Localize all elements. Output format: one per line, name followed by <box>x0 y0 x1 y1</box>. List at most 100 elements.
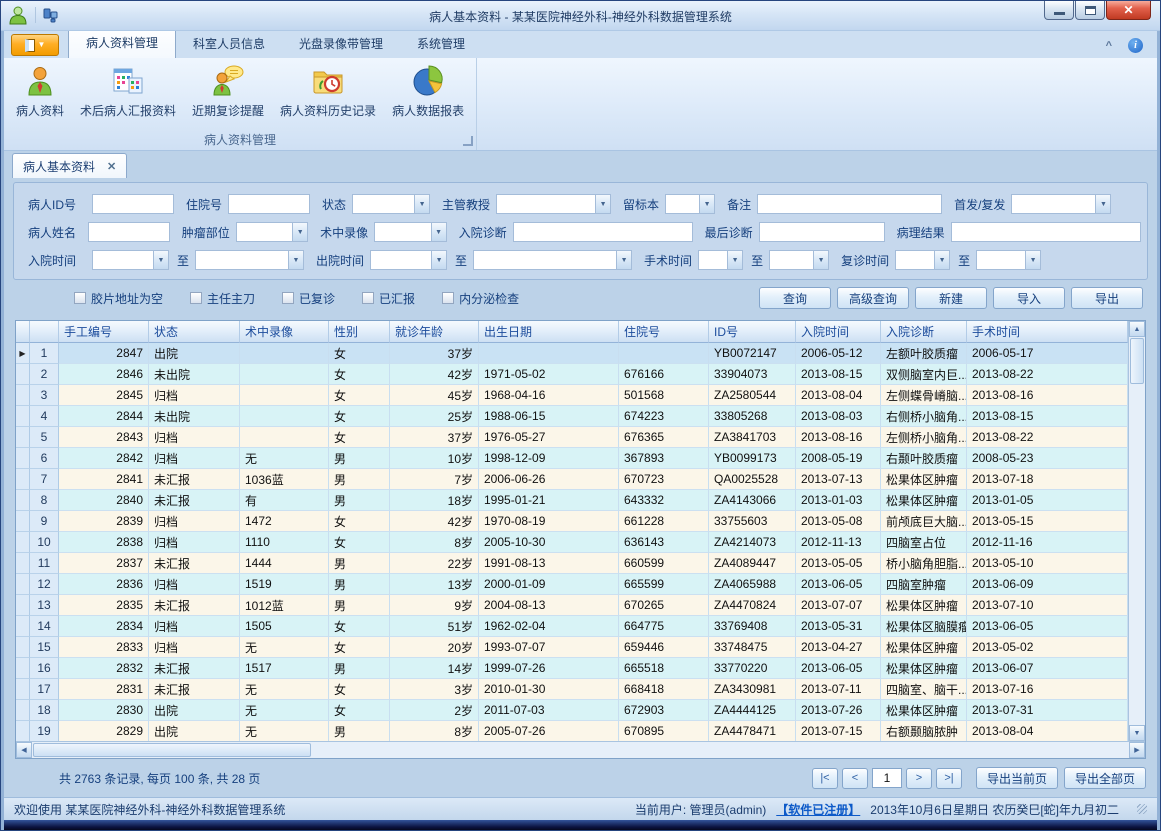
maximize-button[interactable] <box>1075 1 1105 20</box>
vertical-scrollbar[interactable]: ▲ ▼ <box>1128 321 1145 741</box>
table-row[interactable]: 142834归档1505女51岁1962-02-0466477533769408… <box>16 616 1128 637</box>
filter-combo[interactable]: ▼ <box>698 250 743 270</box>
combo-dropdown-button[interactable]: ▼ <box>1095 195 1110 213</box>
ribbon-tab-4[interactable]: 系统管理 <box>400 30 482 58</box>
ribbon-tab-1[interactable]: 病人资料管理 <box>68 28 176 58</box>
column-header-4[interactable]: 术中录像 <box>240 321 329 343</box>
table-row[interactable]: 32845归档女45岁1968-04-16501568ZA25805442013… <box>16 385 1128 406</box>
column-header-6[interactable]: 就诊年龄 <box>390 321 479 343</box>
filter-combo[interactable]: ▼ <box>895 250 950 270</box>
filter-checkbox-4[interactable]: 已汇报 <box>362 290 415 307</box>
combo-dropdown-button[interactable]: ▼ <box>431 223 446 241</box>
column-header-1[interactable] <box>30 321 59 343</box>
column-header-3[interactable]: 状态 <box>149 321 240 343</box>
filter-combo[interactable]: ▼ <box>473 250 632 270</box>
minimize-button[interactable] <box>1044 1 1074 20</box>
combo-dropdown-button[interactable]: ▼ <box>153 251 168 269</box>
ribbon-tab-2[interactable]: 科室人员信息 <box>176 30 282 58</box>
column-header-7[interactable]: 出生日期 <box>479 321 619 343</box>
filter-input[interactable] <box>513 222 693 242</box>
filter-checkbox-1[interactable]: 胶片地址为空 <box>74 290 163 307</box>
table-row[interactable]: 62842归档无男10岁1998-12-09367893YB0099173200… <box>16 448 1128 469</box>
table-row[interactable]: ▶12847出院女37岁YB00721472006-05-12左额叶胶质瘤200… <box>16 343 1128 364</box>
pager-page-input[interactable] <box>872 768 902 788</box>
filter-combo[interactable]: ▼ <box>665 194 715 214</box>
action-button-5[interactable]: 导出 <box>1071 287 1143 309</box>
table-row[interactable]: 92839归档1472女42岁1970-08-19661228337556032… <box>16 511 1128 532</box>
ribbon-button-2[interactable]: 术后病人汇报资料 <box>72 62 184 120</box>
filter-combo[interactable]: ▼ <box>769 250 829 270</box>
filter-input[interactable] <box>88 222 170 242</box>
table-row[interactable]: 152833归档无女20岁1993-07-0765944633748475201… <box>16 637 1128 658</box>
filter-combo[interactable]: ▼ <box>195 250 304 270</box>
table-row[interactable]: 122836归档1519男13岁2000-01-09665599ZA406598… <box>16 574 1128 595</box>
table-row[interactable]: 192829出院无男8岁2005-07-26670895ZA4478471201… <box>16 721 1128 741</box>
action-button-4[interactable]: 导入 <box>993 287 1065 309</box>
filter-combo[interactable]: ▼ <box>92 250 169 270</box>
checkbox-box[interactable] <box>282 292 294 304</box>
vertical-scrollbar-thumb[interactable] <box>1130 338 1144 384</box>
checkbox-box[interactable] <box>442 292 454 304</box>
table-row[interactable]: 182830出院无女2岁2011-07-03672903ZA4444125201… <box>16 700 1128 721</box>
table-row[interactable]: 172831未汇报无女3岁2010-01-30668418ZA343098120… <box>16 679 1128 700</box>
column-header-12[interactable]: 手术时间 <box>967 321 1128 343</box>
filter-combo[interactable]: ▼ <box>352 194 430 214</box>
table-row[interactable]: 42844未出院女25岁1988-06-15674223338052682013… <box>16 406 1128 427</box>
horizontal-scrollbar[interactable]: ◀ ▶ <box>16 741 1145 758</box>
vertical-scrollbar-track[interactable] <box>1129 385 1145 725</box>
column-header-0[interactable] <box>16 321 30 343</box>
table-row[interactable]: 112837未汇报1444男22岁1991-08-13660599ZA40894… <box>16 553 1128 574</box>
table-row[interactable]: 52843归档女37岁1976-05-27676365ZA38417032013… <box>16 427 1128 448</box>
quick-access-grid-icon[interactable] <box>43 8 58 23</box>
table-row[interactable]: 82840未汇报有男18岁1995-01-21643332ZA414306620… <box>16 490 1128 511</box>
table-row[interactable]: 132835未汇报1012蓝男9岁2004-08-13670265ZA44708… <box>16 595 1128 616</box>
combo-dropdown-button[interactable]: ▼ <box>616 251 631 269</box>
scroll-left-icon[interactable]: ◀ <box>16 742 32 758</box>
application-menu-button[interactable]: ▼ <box>11 34 59 56</box>
filter-input[interactable] <box>228 194 310 214</box>
table-row[interactable]: 72841未汇报1036蓝男7岁2006-06-26670723QA002552… <box>16 469 1128 490</box>
column-header-10[interactable]: 入院时间 <box>796 321 881 343</box>
filter-input[interactable] <box>951 222 1141 242</box>
dialog-launcher-icon[interactable] <box>463 136 473 146</box>
checkbox-box[interactable] <box>74 292 86 304</box>
filter-combo[interactable]: ▼ <box>370 250 447 270</box>
column-header-8[interactable]: 住院号 <box>619 321 709 343</box>
checkbox-box[interactable] <box>362 292 374 304</box>
table-row[interactable]: 162832未汇报1517男14岁1999-07-266655183377022… <box>16 658 1128 679</box>
ribbon-button-1[interactable]: 病人资料 <box>8 62 72 120</box>
combo-dropdown-button[interactable]: ▼ <box>414 195 429 213</box>
filter-combo[interactable]: ▼ <box>1011 194 1111 214</box>
filter-combo[interactable]: ▼ <box>236 222 308 242</box>
close-button[interactable]: ✕ <box>1106 1 1151 20</box>
filter-combo[interactable]: ▼ <box>374 222 446 242</box>
combo-dropdown-button[interactable]: ▼ <box>727 251 742 269</box>
checkbox-box[interactable] <box>190 292 202 304</box>
pager-first-button[interactable]: |< <box>812 768 838 789</box>
combo-dropdown-button[interactable]: ▼ <box>934 251 949 269</box>
ribbon-button-5[interactable]: 病人数据报表 <box>384 62 472 120</box>
column-header-5[interactable]: 性别 <box>329 321 390 343</box>
ribbon-tab-3[interactable]: 光盘录像带管理 <box>282 30 400 58</box>
table-row[interactable]: 22846未出院女42岁1971-05-02676166339040732013… <box>16 364 1128 385</box>
software-registered-link[interactable]: 【软件已注册】 <box>776 801 860 818</box>
scroll-down-icon[interactable]: ▼ <box>1129 725 1145 741</box>
combo-dropdown-button[interactable]: ▼ <box>431 251 446 269</box>
combo-dropdown-button[interactable]: ▼ <box>292 223 307 241</box>
filter-input[interactable] <box>759 222 885 242</box>
ribbon-button-3[interactable]: 近期复诊提醒 <box>184 62 272 120</box>
info-icon[interactable]: i <box>1128 38 1143 53</box>
horizontal-scrollbar-track[interactable] <box>312 742 1129 758</box>
combo-dropdown-button[interactable]: ▼ <box>288 251 303 269</box>
ribbon-button-4[interactable]: 病人资料历史记录 <box>272 62 384 120</box>
scroll-up-icon[interactable]: ▲ <box>1129 321 1145 337</box>
scroll-right-icon[interactable]: ▶ <box>1129 742 1145 758</box>
column-header-11[interactable]: 入院诊断 <box>881 321 967 343</box>
action-button-2[interactable]: 高级查询 <box>837 287 909 309</box>
pager-last-button[interactable]: >| <box>936 768 962 789</box>
combo-dropdown-button[interactable]: ▼ <box>813 251 828 269</box>
tab-close-icon[interactable]: ✕ <box>107 160 116 173</box>
table-row[interactable]: 102838归档1110女8岁2005-10-30636143ZA4214073… <box>16 532 1128 553</box>
horizontal-scrollbar-thumb[interactable] <box>33 743 311 757</box>
filter-combo[interactable]: ▼ <box>496 194 611 214</box>
